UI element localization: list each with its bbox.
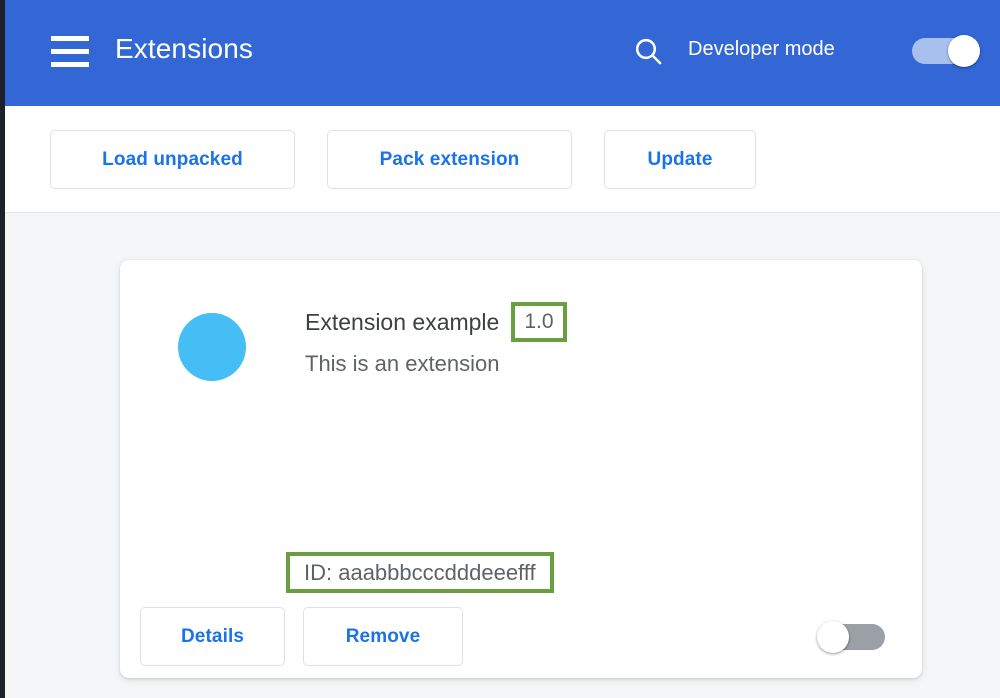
remove-button[interactable]: Remove bbox=[303, 607, 463, 666]
extension-description: This is an extension bbox=[305, 351, 500, 376]
developer-mode-toggle[interactable] bbox=[912, 35, 980, 67]
extension-name: Extension example bbox=[305, 308, 500, 335]
menu-bar-bottom bbox=[51, 62, 89, 67]
extension-id-highlight-box: ID: aaabbbcccdddeeefff bbox=[286, 552, 554, 593]
menu-bar-middle bbox=[51, 49, 89, 54]
page-title: Extensions bbox=[115, 33, 253, 64]
pack-extension-button[interactable]: Pack extension bbox=[327, 130, 572, 189]
developer-mode-label: Developer mode bbox=[688, 38, 835, 60]
extension-id: ID: aaabbbcccdddeeefff bbox=[304, 559, 536, 585]
extensions-page: Extensions Developer mode Load unpacked … bbox=[0, 0, 1000, 698]
extensions-list: Extension example 1.0 This is an extensi… bbox=[0, 213, 1000, 698]
load-unpacked-button[interactable]: Load unpacked bbox=[50, 130, 295, 189]
page-header: Extensions Developer mode bbox=[0, 0, 1000, 106]
extension-name-row: Extension example 1.0 bbox=[305, 302, 567, 342]
update-button[interactable]: Update bbox=[604, 130, 756, 189]
menu-bar-top bbox=[51, 36, 89, 41]
window-left-edge bbox=[0, 0, 5, 698]
hamburger-menu-icon[interactable] bbox=[51, 36, 89, 67]
toggle-knob bbox=[817, 621, 849, 653]
details-button[interactable]: Details bbox=[140, 607, 285, 666]
search-icon[interactable] bbox=[628, 31, 668, 71]
version-highlight-box: 1.0 bbox=[511, 302, 567, 342]
extension-version: 1.0 bbox=[524, 310, 554, 333]
extension-card: Extension example 1.0 This is an extensi… bbox=[120, 260, 922, 678]
toggle-knob bbox=[948, 35, 980, 67]
extension-icon bbox=[178, 313, 246, 381]
extension-enable-toggle[interactable] bbox=[817, 621, 885, 653]
